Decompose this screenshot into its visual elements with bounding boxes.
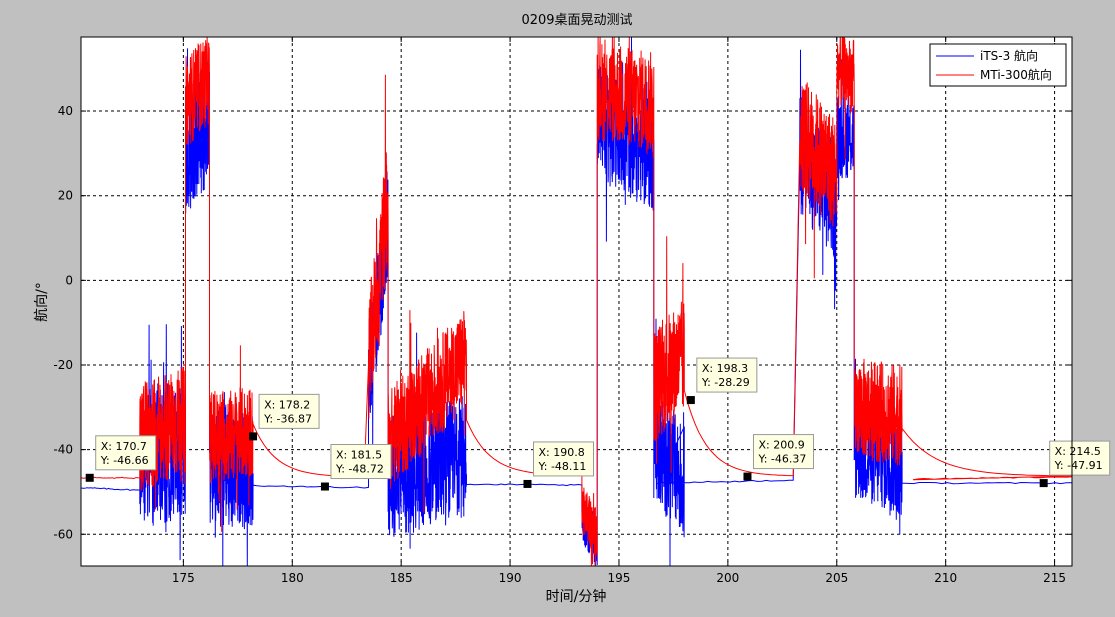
datatip-marker — [686, 396, 695, 405]
datatip-y: Y: -46.66 — [100, 454, 149, 467]
datatip-y: Y: -48.72 — [335, 463, 384, 476]
chart-title: 0209桌面晃动测试 — [521, 13, 632, 28]
x-tick-label: 200 — [716, 571, 739, 585]
y-tick-label: 20 — [58, 189, 73, 203]
datatip-marker — [320, 482, 329, 491]
y-tick-label: -40 — [53, 443, 73, 457]
datatip-y: Y: -46.37 — [757, 453, 806, 466]
datatip-x: X: 200.9 — [758, 439, 804, 452]
y-tick-label: 40 — [58, 104, 73, 118]
x-tick-label: 190 — [499, 571, 522, 585]
legend-label-mti300: MTi-300航向 — [980, 67, 1052, 82]
datatip-x: X: 214.5 — [1055, 445, 1101, 458]
y-tick-label: -20 — [53, 358, 73, 372]
datatip-x: X: 181.5 — [336, 449, 382, 462]
x-tick-label: 215 — [1043, 571, 1066, 585]
datatip-y: Y: -28.29 — [701, 376, 750, 389]
datatip-x: X: 190.8 — [538, 446, 584, 459]
datatip-x: X: 198.3 — [702, 362, 748, 375]
y-tick-label: 0 — [65, 273, 73, 287]
datatip-y: Y: -47.91 — [1054, 459, 1103, 472]
datatip-x: X: 178.2 — [264, 398, 310, 411]
x-tick-label: 175 — [172, 571, 195, 585]
x-tick-label: 185 — [390, 571, 413, 585]
datatip-marker — [85, 473, 94, 482]
x-tick-label: 180 — [281, 571, 304, 585]
y-axis-label: 航向/° — [34, 282, 50, 322]
datatip-y: Y: -36.87 — [263, 412, 312, 425]
x-tick-label: 210 — [934, 571, 957, 585]
x-tick-label: 195 — [608, 571, 631, 585]
datatip-marker — [743, 472, 752, 481]
datatip-marker — [523, 479, 532, 488]
x-axis-label: 时间/分钟 — [546, 588, 607, 605]
x-tick-label: 205 — [825, 571, 848, 585]
datatip-marker — [249, 432, 258, 441]
y-tick-label: -60 — [53, 527, 73, 541]
legend-label-its3: iTS-3 航向 — [980, 48, 1038, 63]
datatip-marker — [1039, 479, 1048, 488]
figure: 0209桌面晃动测试 175 180 185 190 195 200 205 210 215 -… — [34, 13, 1111, 605]
datatip-x: X: 170.7 — [101, 440, 147, 453]
plot-area: 175 180 185 190 195 200 205 210 215 -60 -40 -20 0 20… — [53, 36, 1111, 585]
datatip-y: Y: -48.11 — [537, 460, 586, 473]
legend: iTS-3 航向 MTi-300航向 — [929, 43, 1067, 87]
